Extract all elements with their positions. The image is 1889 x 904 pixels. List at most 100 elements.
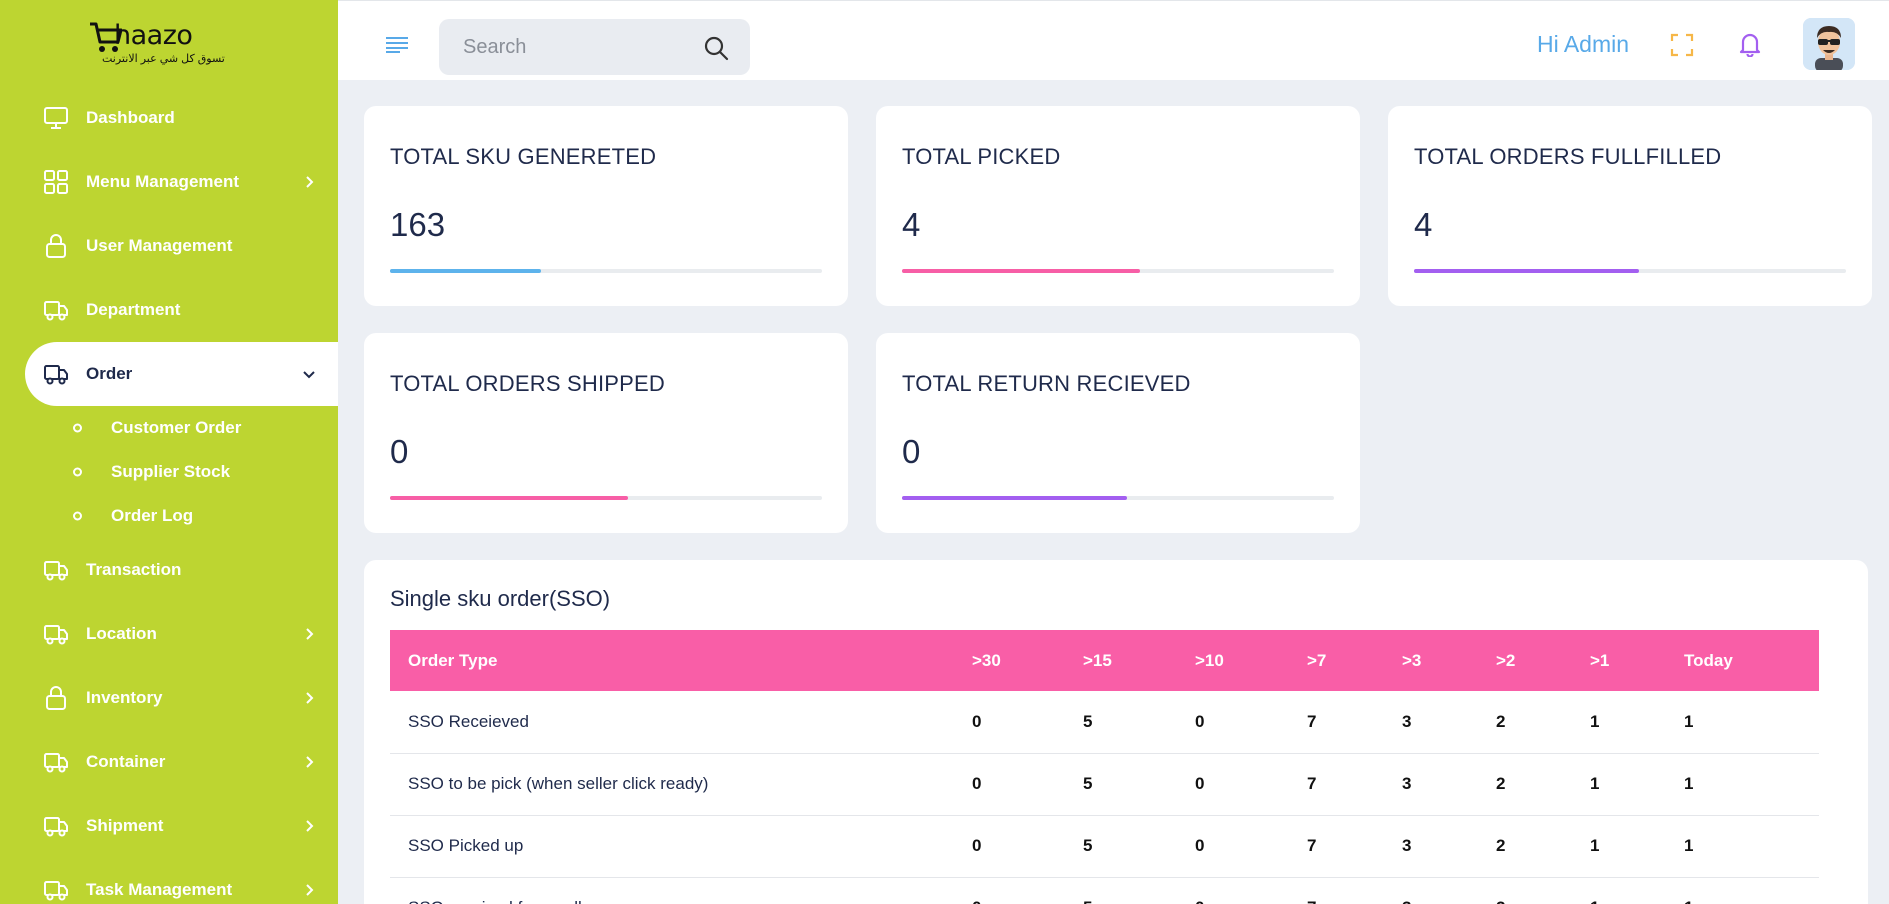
stat-card-value: 163	[390, 206, 446, 243]
sidebar-item-department[interactable]: Department	[0, 278, 338, 342]
sidebar-item-label: Transaction	[86, 560, 182, 579]
truck-icon	[44, 561, 68, 581]
sidebar-item-task-management[interactable]: Task Management	[0, 858, 338, 904]
progress-fill	[390, 496, 628, 500]
lock-icon	[46, 686, 66, 710]
column-header[interactable]: >7	[1299, 630, 1394, 691]
sidebar-item-label: User Management	[86, 236, 233, 255]
sidebar-item-label: Location	[86, 624, 157, 643]
search-icon[interactable]	[703, 35, 729, 61]
count-cell: 7	[1299, 815, 1394, 878]
count-cell: 1	[1676, 877, 1819, 904]
count-cell: 3	[1394, 753, 1488, 816]
user-avatar[interactable]	[1803, 18, 1855, 70]
count-cell: 0	[964, 877, 1075, 904]
menu-toggle-icon[interactable]	[386, 37, 408, 53]
stat-card: TOTAL RETURN RECIEVED 0	[876, 333, 1360, 533]
truck-icon	[44, 365, 68, 385]
sidebar-item-menu-management[interactable]: Menu Management	[0, 150, 338, 214]
column-header[interactable]: >3	[1394, 630, 1488, 691]
stat-card-value: 4	[902, 206, 921, 243]
sidebar-subitem-label: Supplier Stock	[111, 462, 231, 481]
sidebar-item-label: Container	[86, 752, 166, 771]
fullscreen-icon[interactable]	[1670, 33, 1694, 57]
sidebar-item-label: Dashboard	[86, 108, 175, 127]
topbar: Hi Admin	[338, 0, 1889, 80]
column-header[interactable]: >15	[1075, 630, 1187, 691]
sidebar-subitem-customer-order[interactable]: Customer Order	[0, 406, 338, 450]
column-header[interactable]: >10	[1187, 630, 1299, 691]
table-row[interactable]: SSO Picked up 0 5 0 7 3 2 1 1	[390, 815, 1819, 878]
column-header[interactable]: Today	[1676, 630, 1819, 691]
sidebar-item-label: Task Management	[86, 880, 233, 899]
sidebar-subitem-supplier-stock[interactable]: Supplier Stock	[0, 450, 338, 494]
count-cell: 3	[1394, 815, 1488, 878]
sidebar-item-transaction[interactable]: Transaction	[0, 538, 338, 602]
monitor-icon	[44, 107, 68, 129]
bullet-icon	[73, 423, 82, 433]
count-cell: 1	[1582, 877, 1676, 904]
sidebar-item-label: Order	[86, 364, 133, 383]
search-box	[439, 19, 750, 75]
truck-icon	[44, 817, 68, 837]
progress-track	[1414, 269, 1846, 273]
sidebar-item-label: Inventory	[86, 688, 163, 707]
count-cell: 5	[1075, 815, 1187, 878]
haazo-logo[interactable]: haazo تسوق كل شي عبر الانترنت	[88, 18, 225, 70]
count-cell: 2	[1488, 691, 1582, 754]
sidebar-subitem-label: Customer Order	[111, 418, 242, 437]
sidebar-subitem-order-log[interactable]: Order Log	[0, 494, 338, 538]
sidebar-item-location[interactable]: Location	[0, 602, 338, 666]
column-header[interactable]: >30	[964, 630, 1075, 691]
progress-track	[902, 269, 1334, 273]
sidebar-item-container[interactable]: Container	[0, 730, 338, 794]
table-body: SSO Receieved 0 5 0 7 3 2 1 1 SSO to be pick (whe…	[390, 691, 1819, 904]
count-cell: 5	[1075, 691, 1187, 754]
bullet-icon	[73, 511, 82, 521]
chevron-right-icon	[306, 756, 314, 768]
stat-card-title: TOTAL RETURN RECIEVED	[902, 371, 1191, 396]
truck-icon	[44, 625, 68, 645]
count-cell: 0	[964, 753, 1075, 816]
order-type-cell: SSO to be pick (when seller click ready)	[390, 753, 964, 816]
sidebar-item-label: Shipment	[86, 816, 164, 835]
progress-fill	[902, 269, 1140, 273]
sidebar-item-shipment[interactable]: Shipment	[0, 794, 338, 858]
stat-card-value: 4	[1414, 206, 1433, 243]
sidebar-item-dashboard[interactable]: Dashboard	[0, 86, 338, 150]
truck-icon	[44, 881, 68, 901]
stat-card: TOTAL ORDERS FULLFILLED 4	[1388, 106, 1872, 306]
count-cell: 1	[1582, 753, 1676, 816]
brand-tagline: تسوق كل شي عبر الانترنت	[102, 53, 225, 65]
greeting-text[interactable]: Hi Admin	[1537, 31, 1629, 58]
order-type-cell: SSO Picked up	[390, 815, 964, 878]
count-cell: 1	[1582, 691, 1676, 754]
table-row[interactable]: SSO received from seller05073211	[390, 877, 1819, 904]
sidebar: haazo تسوق كل شي عبر الانترنت Dashboard M…	[0, 0, 338, 904]
chevron-down-icon	[303, 371, 315, 379]
bullet-icon	[73, 467, 82, 477]
count-cell: 0	[964, 815, 1075, 878]
progress-track	[902, 496, 1334, 500]
notification-bell-icon[interactable]	[1738, 31, 1762, 57]
sidebar-item-order[interactable]: Order	[25, 342, 338, 406]
count-cell: 7	[1299, 753, 1394, 816]
sidebar-item-user-management[interactable]: User Management	[0, 214, 338, 278]
table-row[interactable]: SSO Receieved 0 5 0 7 3 2 1 1	[390, 691, 1819, 754]
count-cell: 2	[1488, 815, 1582, 878]
count-cell: 7	[1299, 691, 1394, 754]
search-input[interactable]	[463, 33, 683, 61]
table-row[interactable]: SSO to be pick (when seller click ready)…	[390, 753, 1819, 816]
count-cell: 0	[1187, 815, 1299, 878]
stat-card-title: TOTAL PICKED	[902, 144, 1061, 169]
column-header[interactable]: >2	[1488, 630, 1582, 691]
column-header[interactable]: >1	[1582, 630, 1676, 691]
chevron-right-icon	[306, 884, 314, 896]
sidebar-item-inventory[interactable]: Inventory	[0, 666, 338, 730]
stat-card-title: TOTAL ORDERS SHIPPED	[390, 371, 665, 396]
chevron-right-icon	[306, 820, 314, 832]
table-header-row: Order Type >30 >15 >10 >7 >3 >2 >1 Today	[390, 630, 1819, 691]
sidebar-item-label: Department	[86, 300, 181, 319]
count-cell: 0	[1187, 877, 1299, 904]
column-header[interactable]: Order Type	[390, 630, 964, 691]
